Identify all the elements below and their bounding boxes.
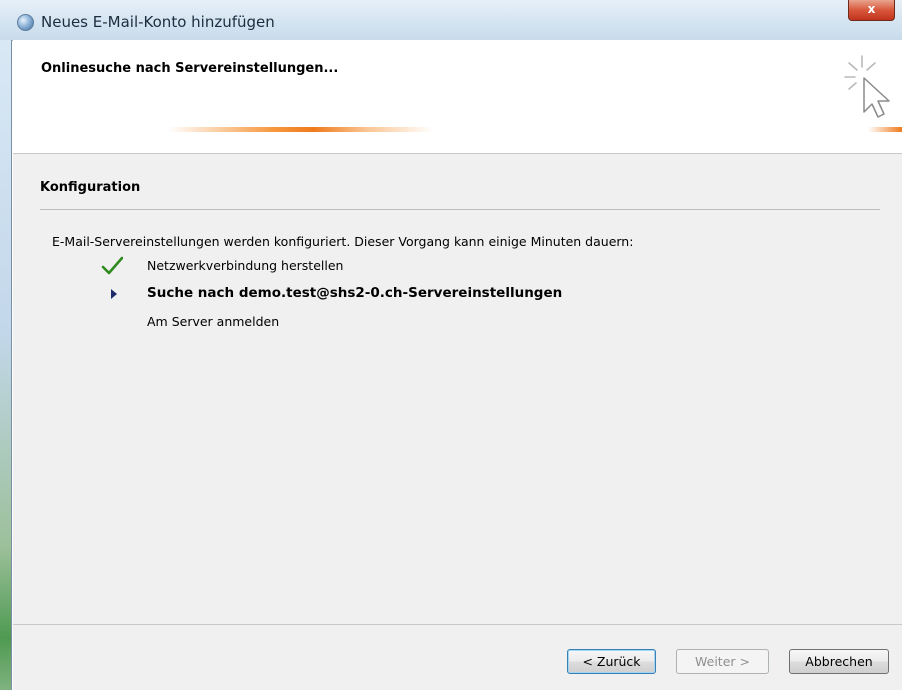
step-label: Suche nach demo.test@shs2-0.ch-Serverein… (147, 285, 563, 301)
section-title: Konfiguration (40, 180, 141, 195)
outlook-app-icon (17, 14, 34, 31)
header-banner: Onlinesuche nach Servereinstellungen... (13, 40, 902, 154)
step-label: Netzwerkverbindung herstellen (147, 258, 344, 273)
window-title: Neues E-Mail-Konto hinzufügen (41, 13, 275, 31)
next-button[interactable]: Weiter > (676, 649, 769, 674)
add-email-account-dialog: Neues E-Mail-Konto hinzufügen x Onlinesu… (0, 0, 902, 690)
title-bar[interactable]: Neues E-Mail-Konto hinzufügen x (0, 0, 902, 41)
close-button[interactable]: x (848, 0, 895, 21)
cancel-button[interactable]: Abbrechen (789, 649, 889, 674)
searching-cursor-icon (844, 55, 890, 118)
button-bar: < Zurück Weiter > Abbrechen (13, 624, 902, 690)
section-divider (40, 209, 880, 210)
checkmark-icon (101, 256, 123, 275)
search-progress-animation-edge (868, 127, 902, 132)
search-progress-animation (168, 127, 433, 132)
step-label: Am Server anmelden (147, 314, 280, 329)
content-area: Konfiguration E-Mail-Servereinstellungen… (13, 154, 902, 624)
window-frame-left (0, 40, 12, 690)
arrow-right-icon (111, 289, 117, 299)
page-title: Onlinesuche nach Servereinstellungen... (41, 61, 339, 76)
config-description: E-Mail-Servereinstellungen werden konfig… (52, 234, 634, 249)
back-button[interactable]: < Zurück (567, 649, 656, 674)
